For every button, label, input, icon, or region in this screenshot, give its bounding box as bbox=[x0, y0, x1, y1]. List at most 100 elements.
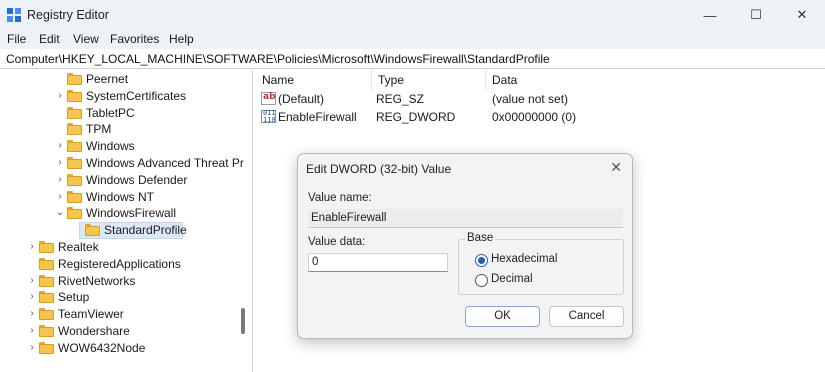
folder-icon bbox=[67, 123, 82, 136]
value-type: REG_SZ bbox=[376, 92, 425, 106]
value-name: (Default) bbox=[278, 92, 325, 106]
chevron-right-icon[interactable]: › bbox=[27, 307, 37, 321]
tree-item-label: Windows bbox=[86, 139, 135, 154]
chevron-right-icon[interactable]: › bbox=[27, 290, 37, 304]
tree-item-label: Realtek bbox=[58, 240, 99, 254]
tree-scroll-thumb[interactable] bbox=[241, 308, 245, 334]
chevron-right-icon[interactable]: › bbox=[27, 324, 37, 338]
column-header-type[interactable]: Type bbox=[372, 70, 486, 90]
value-data-label: Value data: bbox=[308, 236, 366, 248]
folder-icon bbox=[39, 308, 54, 321]
decimal-label[interactable]: Decimal bbox=[491, 273, 533, 285]
tree-item-label: TeamViewer bbox=[58, 307, 124, 322]
chevron-right-icon[interactable]: › bbox=[55, 139, 65, 153]
tree-item-label: Peernet bbox=[86, 72, 129, 86]
tree-scrollbar[interactable] bbox=[240, 70, 246, 372]
tree-item[interactable]: TabletPC bbox=[0, 105, 236, 122]
menu-edit[interactable]: Edit bbox=[39, 32, 60, 46]
close-window-button[interactable]: ✕ bbox=[779, 0, 825, 30]
chevron-right-icon bbox=[73, 223, 83, 237]
tree-item-label: RegisteredApplications bbox=[58, 256, 181, 271]
chevron-right-icon[interactable]: › bbox=[27, 341, 37, 355]
value-data: (value not set) bbox=[492, 92, 569, 106]
decimal-radio[interactable] bbox=[475, 274, 488, 287]
folder-icon bbox=[67, 89, 82, 102]
tree-item[interactable]: › Windows Defender bbox=[0, 172, 236, 189]
base-group: Base Hexadecimal Decimal bbox=[458, 232, 624, 295]
tree-item[interactable]: Peernet bbox=[0, 71, 236, 88]
value-data-input[interactable]: 0 bbox=[308, 253, 448, 272]
chevron-right-icon[interactable]: › bbox=[27, 240, 37, 254]
column-header-data[interactable]: Data bbox=[486, 70, 825, 90]
window-title: Registry Editor bbox=[27, 8, 109, 22]
maximize-button[interactable]: ☐ bbox=[733, 0, 779, 30]
value-name: EnableFirewall bbox=[278, 110, 357, 124]
folder-icon bbox=[67, 106, 82, 119]
folder-icon bbox=[67, 73, 82, 85]
dialog-close-button[interactable]: ✕ bbox=[610, 159, 622, 176]
tree-item-label: WOW6432Node bbox=[58, 340, 146, 355]
tree-item[interactable]: › Windows bbox=[0, 138, 236, 155]
dialog-title: Edit DWORD (32-bit) Value bbox=[306, 162, 452, 176]
hexadecimal-radio[interactable] bbox=[475, 254, 488, 267]
chevron-right-icon[interactable]: › bbox=[55, 190, 65, 204]
tree-item-label: TPM bbox=[86, 122, 112, 137]
chevron-down-icon[interactable]: ⌄ bbox=[55, 206, 65, 220]
menu-file[interactable]: File bbox=[7, 32, 26, 46]
list-item[interactable]: 011 110 EnableFirewall REG_DWORD 0x00000… bbox=[256, 108, 825, 126]
tree-item-label: Wondershare bbox=[58, 324, 130, 338]
menu-view[interactable]: View bbox=[73, 32, 99, 46]
menu-bar: File Edit View Favorites Help bbox=[0, 30, 825, 49]
tree-item[interactable]: › Windows Advanced Threat Pr bbox=[0, 155, 244, 172]
chevron-right-icon[interactable]: › bbox=[27, 274, 37, 288]
hexadecimal-label[interactable]: Hexadecimal bbox=[491, 253, 557, 265]
maximize-icon: ☐ bbox=[750, 7, 762, 22]
registry-editor-icon bbox=[7, 8, 21, 22]
folder-icon bbox=[39, 341, 54, 354]
folder-icon bbox=[67, 173, 82, 186]
string-value-icon: ab bbox=[261, 92, 276, 105]
tree-item[interactable]: TPM bbox=[0, 121, 236, 138]
tree-item[interactable]: › Setup bbox=[0, 289, 236, 306]
minimize-button[interactable]: — bbox=[687, 0, 733, 30]
tree-item[interactable]: › Realtek bbox=[0, 239, 236, 256]
folder-icon bbox=[67, 140, 82, 153]
folder-icon bbox=[85, 224, 100, 237]
chevron-right-icon bbox=[55, 72, 65, 86]
tree-item[interactable]: › Wondershare bbox=[0, 323, 236, 340]
menu-help[interactable]: Help bbox=[169, 32, 194, 46]
address-bar[interactable]: Computer\HKEY_LOCAL_MACHINE\SOFTWARE\Pol… bbox=[0, 49, 825, 69]
folder-icon bbox=[67, 207, 82, 220]
base-label: Base bbox=[465, 232, 496, 244]
folder-icon bbox=[39, 274, 54, 287]
key-tree[interactable]: Peernet › SystemCertificates TabletPC TPM › Wi… bbox=[0, 70, 253, 372]
tree-item[interactable]: RegisteredApplications bbox=[0, 256, 236, 273]
minimize-icon: — bbox=[703, 7, 717, 23]
tree-item[interactable]: › TeamViewer bbox=[0, 306, 236, 323]
ok-button[interactable]: OK bbox=[465, 306, 540, 327]
folder-icon bbox=[39, 291, 54, 304]
tree-item-label: RivetNetworks bbox=[58, 273, 136, 288]
tree-item-label: Windows Defender bbox=[86, 172, 188, 187]
chevron-right-icon[interactable]: › bbox=[55, 89, 65, 103]
chevron-right-icon[interactable]: › bbox=[55, 156, 65, 170]
binary-value-icon: 011 110 bbox=[261, 109, 276, 124]
tree-item-label: Windows NT bbox=[86, 189, 155, 204]
tree-item-label: StandardProfile bbox=[104, 223, 187, 238]
tree-item[interactable]: ⌄ WindowsFirewall bbox=[0, 205, 236, 222]
folder-icon bbox=[39, 325, 54, 337]
column-header-name[interactable]: Name bbox=[256, 70, 372, 90]
menu-favorites[interactable]: Favorites bbox=[110, 32, 159, 46]
tree-item[interactable]: › WOW6432Node bbox=[0, 340, 236, 357]
tree-item[interactable]: › RivetNetworks bbox=[0, 273, 236, 290]
tree-item-label: TabletPC bbox=[86, 105, 135, 120]
tree-item-label: WindowsFirewall bbox=[86, 206, 177, 221]
tree-item[interactable]: › SystemCertificates bbox=[0, 88, 236, 105]
cancel-button[interactable]: Cancel bbox=[549, 306, 624, 327]
tree-item[interactable]: › Windows NT bbox=[0, 189, 236, 206]
list-item[interactable]: ab (Default) REG_SZ (value not set) bbox=[256, 90, 825, 108]
address-path[interactable]: Computer\HKEY_LOCAL_MACHINE\SOFTWARE\Pol… bbox=[6, 52, 550, 66]
chevron-right-icon[interactable]: › bbox=[55, 173, 65, 187]
tree-item[interactable]: StandardProfile bbox=[0, 222, 236, 240]
folder-icon bbox=[67, 157, 82, 169]
